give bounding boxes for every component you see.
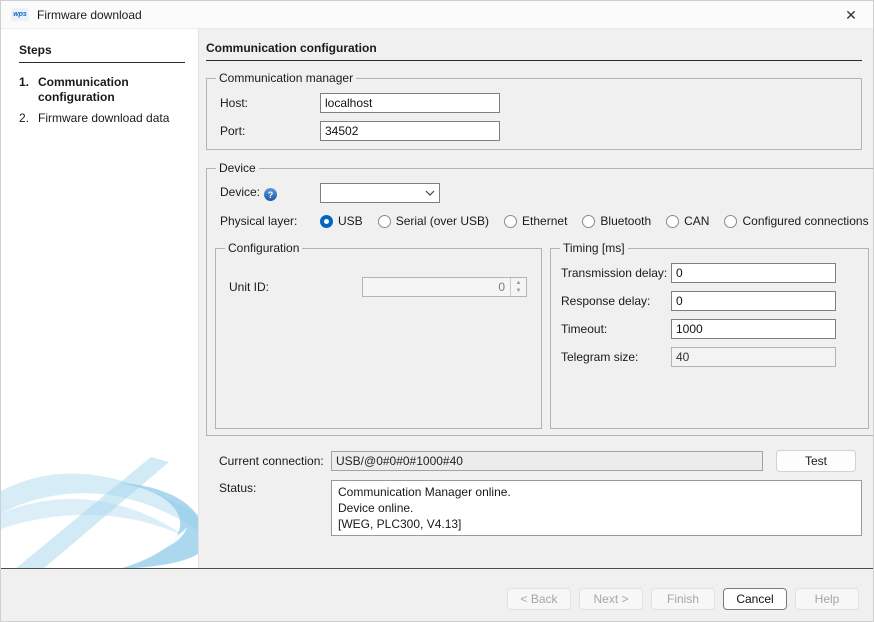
steps-header: Steps <box>19 43 185 63</box>
status-line: [WEG, PLC300, V4.13] <box>338 516 855 532</box>
radio-configured-connections[interactable]: Configured connections <box>724 214 868 228</box>
step-label: Firmware download data <box>38 111 188 126</box>
communication-manager-group: Communication manager Host: Port: <box>206 71 862 150</box>
device-dropdown[interactable] <box>320 183 440 203</box>
port-label: Port: <box>220 124 320 138</box>
window-title: Firmware download <box>37 8 142 22</box>
unit-id-stepper: 0 ▲▼ <box>362 277 527 297</box>
transmission-delay-label: Transmission delay: <box>561 266 671 280</box>
steps-list: 1. Communication configuration 2. Firmwa… <box>19 75 188 126</box>
step-number: 2. <box>19 111 38 126</box>
radio-bluetooth[interactable]: Bluetooth <box>582 214 651 228</box>
step-item-communication-configuration: 1. Communication configuration <box>19 75 188 105</box>
communication-manager-legend: Communication manager <box>216 71 356 85</box>
physical-layer-label: Physical layer: <box>220 214 320 228</box>
timeout-label: Timeout: <box>561 322 671 336</box>
configuration-legend: Configuration <box>225 241 302 255</box>
radio-selected-icon <box>320 215 333 228</box>
unit-id-value: 0 <box>363 278 510 296</box>
response-delay-label: Response delay: <box>561 294 671 308</box>
close-icon[interactable]: ✕ <box>841 5 861 25</box>
stepper-arrows-icon: ▲▼ <box>510 278 526 296</box>
timing-group: Timing [ms] Transmission delay: Response… <box>550 241 869 429</box>
timeout-input[interactable] <box>671 319 836 339</box>
host-input[interactable] <box>320 93 500 113</box>
status-label: Status: <box>219 480 331 495</box>
wizard-button-bar: < Back Next > Finish Cancel Help <box>1 568 874 622</box>
help-button[interactable]: Help <box>795 588 859 610</box>
host-label: Host: <box>220 96 320 110</box>
test-button[interactable]: Test <box>776 450 856 472</box>
radio-unselected-icon <box>666 215 679 228</box>
device-label: Device:? <box>220 185 320 202</box>
status-line: Device online. <box>338 500 855 516</box>
current-connection-label: Current connection: <box>219 454 331 468</box>
decorative-swoosh-graphic <box>1 457 199 569</box>
physical-layer-radio-group: USB Serial (over USB) Ethernet Bluetooth <box>320 214 869 228</box>
radio-ethernet[interactable]: Ethernet <box>504 214 567 228</box>
finish-button[interactable]: Finish <box>651 588 715 610</box>
response-delay-input[interactable] <box>671 291 836 311</box>
unit-id-label: Unit ID: <box>229 280 362 294</box>
chevron-down-icon <box>421 190 439 196</box>
step-number: 1. <box>19 75 38 105</box>
title-bar: wps Firmware download ✕ <box>1 1 874 29</box>
radio-unselected-icon <box>378 215 391 228</box>
radio-unselected-icon <box>582 215 595 228</box>
page-communication-configuration: Communication configuration Communicatio… <box>199 29 874 569</box>
next-button[interactable]: Next > <box>579 588 643 610</box>
back-button[interactable]: < Back <box>507 588 571 610</box>
wps-logo-icon: wps <box>11 8 29 21</box>
radio-usb[interactable]: USB <box>320 214 363 228</box>
device-legend: Device <box>216 161 259 175</box>
current-connection-field <box>331 451 763 471</box>
device-group: Device Device:? Physical layer: <box>206 161 874 436</box>
timing-legend: Timing [ms] <box>560 241 628 255</box>
port-input[interactable] <box>320 121 500 141</box>
step-item-firmware-download-data: 2. Firmware download data <box>19 111 188 126</box>
transmission-delay-input[interactable] <box>671 263 836 283</box>
firmware-download-dialog: wps Firmware download ✕ Steps 1. Communi… <box>0 0 874 622</box>
radio-unselected-icon <box>504 215 517 228</box>
status-box: Communication Manager online. Device onl… <box>331 480 862 536</box>
step-label: Communication configuration <box>38 75 188 105</box>
radio-unselected-icon <box>724 215 737 228</box>
help-icon[interactable]: ? <box>264 188 277 201</box>
configuration-group: Configuration Unit ID: 0 ▲▼ <box>215 241 542 429</box>
telegram-size-label: Telegram size: <box>561 350 671 364</box>
page-title: Communication configuration <box>206 41 862 61</box>
status-line: Communication Manager online. <box>338 484 855 500</box>
radio-serial-over-usb[interactable]: Serial (over USB) <box>378 214 489 228</box>
radio-can[interactable]: CAN <box>666 214 709 228</box>
cancel-button[interactable]: Cancel <box>723 588 787 610</box>
steps-sidebar: Steps 1. Communication configuration 2. … <box>1 29 199 569</box>
telegram-size-input <box>671 347 836 367</box>
